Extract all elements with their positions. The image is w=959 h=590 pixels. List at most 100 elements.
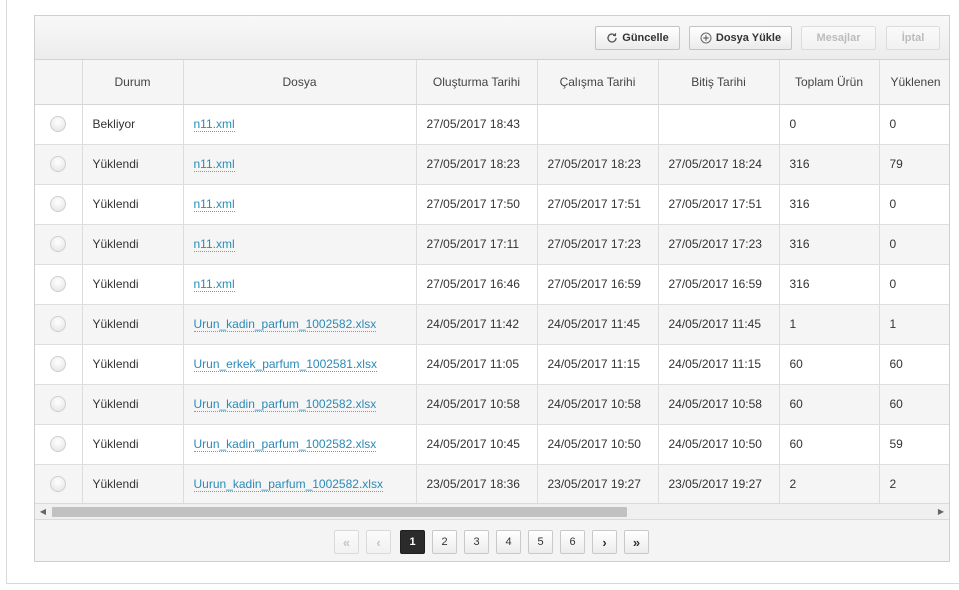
table-row[interactable]: Yüklendi Urun_erkek_parfum_1002581.xlsx … [35, 344, 949, 385]
finished-cell: 24/05/2017 10:58 [658, 384, 780, 425]
created-cell: 23/05/2017 18:36 [416, 464, 538, 503]
column-header-select [35, 60, 83, 105]
refresh-icon [606, 32, 618, 44]
file-cell: Urun_kadin_parfum_1002582.xlsx [183, 304, 417, 345]
table-row[interactable]: Yüklendi Urun_kadin_parfum_1002582.xlsx … [35, 424, 949, 465]
row-radio[interactable] [50, 476, 67, 492]
row-select-cell [35, 104, 83, 145]
finished-cell: 24/05/2017 10:50 [658, 424, 780, 465]
import-jobs-panel: Güncelle Dosya Yükle Mesajlar İptal Duru… [34, 15, 950, 562]
file-link[interactable]: n11.xml [193, 237, 235, 252]
file-cell: Urun_kadin_parfum_1002582.xlsx [183, 424, 417, 465]
table-row[interactable]: Yüklendi n11.xml 27/05/2017 18:23 27/05/… [35, 144, 949, 185]
page-button-6[interactable]: 6 [560, 530, 585, 554]
page-button-1[interactable]: 1 [400, 530, 425, 554]
status-cell: Yüklendi [82, 424, 184, 465]
created-cell: 27/05/2017 17:11 [416, 224, 538, 265]
column-header-uploaded[interactable]: Yüklenen [879, 60, 949, 105]
scroll-left-arrow-icon[interactable]: ◀ [35, 504, 51, 519]
page-button-5[interactable]: 5 [528, 530, 553, 554]
table-row[interactable]: Yüklendi Urun_kadin_parfum_1002582.xlsx … [35, 384, 949, 425]
table-row[interactable]: Yüklendi Uurun_kadin_parfum_1002582.xlsx… [35, 464, 949, 503]
row-radio[interactable] [50, 116, 67, 132]
column-header-finished[interactable]: Bitiş Tarihi [658, 60, 780, 105]
file-link[interactable]: Urun_kadin_parfum_1002582.xlsx [193, 317, 377, 332]
status-cell: Yüklendi [82, 224, 184, 265]
horizontal-scrollbar[interactable]: ◀ ▶ [35, 503, 949, 520]
plus-circle-icon [700, 32, 712, 44]
cancel-button[interactable]: İptal [886, 26, 940, 50]
column-header-created[interactable]: Oluşturma Tarihi [416, 60, 538, 105]
row-radio[interactable] [50, 276, 67, 292]
started-cell: 27/05/2017 18:23 [537, 144, 659, 185]
uploaded-cell: 2 [879, 464, 949, 503]
column-header-total[interactable]: Toplam Ürün [779, 60, 880, 105]
started-cell: 24/05/2017 11:15 [537, 344, 659, 385]
uploaded-cell: 79 [879, 144, 949, 185]
started-cell: 24/05/2017 10:58 [537, 384, 659, 425]
row-radio[interactable] [50, 436, 67, 452]
file-cell: Urun_kadin_parfum_1002582.xlsx [183, 384, 417, 425]
table-row[interactable]: Yüklendi n11.xml 27/05/2017 16:46 27/05/… [35, 264, 949, 305]
row-select-cell [35, 184, 83, 225]
table-row[interactable]: Yüklendi n11.xml 27/05/2017 17:50 27/05/… [35, 184, 949, 225]
row-radio[interactable] [50, 236, 67, 252]
scrollbar-thumb[interactable] [52, 507, 627, 517]
total-cell: 60 [779, 424, 880, 465]
file-link[interactable]: n11.xml [193, 157, 235, 172]
scroll-right-arrow-icon[interactable]: ▶ [933, 504, 949, 519]
row-select-cell [35, 464, 83, 503]
row-select-cell [35, 224, 83, 265]
column-header-started[interactable]: Çalışma Tarihi [537, 60, 659, 105]
first-page-button[interactable]: « [334, 530, 359, 554]
row-select-cell [35, 384, 83, 425]
status-cell: Yüklendi [82, 264, 184, 305]
messages-button[interactable]: Mesajlar [801, 26, 876, 50]
finished-cell: 24/05/2017 11:45 [658, 304, 780, 345]
page-button-2[interactable]: 2 [432, 530, 457, 554]
total-cell: 316 [779, 224, 880, 265]
uploaded-cell: 0 [879, 224, 949, 265]
page-button-4[interactable]: 4 [496, 530, 521, 554]
last-page-button[interactable]: » [624, 530, 649, 554]
page-button-3[interactable]: 3 [464, 530, 489, 554]
finished-cell: 27/05/2017 16:59 [658, 264, 780, 305]
table-row[interactable]: Yüklendi n11.xml 27/05/2017 17:11 27/05/… [35, 224, 949, 265]
prev-page-button[interactable]: ‹ [366, 530, 391, 554]
uploaded-cell: 60 [879, 344, 949, 385]
file-link[interactable]: n11.xml [193, 277, 235, 292]
file-link[interactable]: Urun_kadin_parfum_1002582.xlsx [193, 397, 377, 412]
row-radio[interactable] [50, 316, 67, 332]
file-link[interactable]: Urun_kadin_parfum_1002582.xlsx [193, 437, 377, 452]
file-link[interactable]: n11.xml [193, 117, 235, 132]
row-radio[interactable] [50, 356, 67, 372]
row-radio[interactable] [50, 196, 67, 212]
row-radio[interactable] [50, 396, 67, 412]
total-cell: 60 [779, 344, 880, 385]
refresh-button[interactable]: Güncelle [595, 26, 680, 50]
file-link[interactable]: Uurun_kadin_parfum_1002582.xlsx [193, 477, 383, 492]
row-select-cell [35, 344, 83, 385]
finished-cell: 27/05/2017 17:51 [658, 184, 780, 225]
row-radio[interactable] [50, 156, 67, 172]
finished-cell: 23/05/2017 19:27 [658, 464, 780, 503]
next-page-button[interactable]: › [592, 530, 617, 554]
page-frame: Güncelle Dosya Yükle Mesajlar İptal Duru… [6, 0, 959, 584]
table-row[interactable]: Yüklendi Urun_kadin_parfum_1002582.xlsx … [35, 304, 949, 345]
file-link[interactable]: Urun_erkek_parfum_1002581.xlsx [193, 357, 377, 372]
status-cell: Yüklendi [82, 344, 184, 385]
created-cell: 24/05/2017 11:42 [416, 304, 538, 345]
file-cell: n11.xml [183, 104, 417, 145]
file-cell: Urun_erkek_parfum_1002581.xlsx [183, 344, 417, 385]
column-header-status[interactable]: Durum [82, 60, 184, 105]
upload-file-button[interactable]: Dosya Yükle [689, 26, 792, 50]
column-header-file[interactable]: Dosya [183, 60, 417, 105]
file-link[interactable]: n11.xml [193, 197, 235, 212]
table-row[interactable]: Bekliyor n11.xml 27/05/2017 18:43 0 0 [35, 104, 949, 145]
started-cell: 24/05/2017 10:50 [537, 424, 659, 465]
started-cell [537, 104, 659, 145]
pagination: « ‹ 1 2 3 4 5 6 › » [35, 521, 949, 561]
status-cell: Yüklendi [82, 464, 184, 503]
total-cell: 2 [779, 464, 880, 503]
header-row: Durum Dosya Oluşturma Tarihi Çalışma Tar… [35, 60, 949, 105]
